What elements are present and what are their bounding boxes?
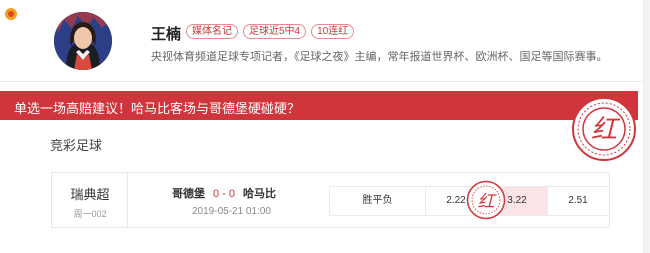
article-card: 王楠 媒体名记 足球近5中4 10连红 央视体育频道足球专项记者，《足球之夜》主… bbox=[0, 0, 644, 253]
bet-type: 胜平负 bbox=[329, 187, 425, 215]
badge-streak: 10连红 bbox=[311, 24, 355, 39]
league-cell: 瑞典超 周一002 bbox=[52, 173, 128, 227]
odds-away-win[interactable]: 2.51 bbox=[547, 187, 608, 215]
match-number: 周一002 bbox=[73, 209, 107, 219]
win-stamp-icon: 红 bbox=[572, 97, 636, 161]
section-title: 竞彩足球 bbox=[50, 138, 103, 153]
divider bbox=[0, 81, 644, 82]
pick-stamp-icon: 红 bbox=[466, 180, 506, 220]
match-score: 0 - 0 bbox=[213, 188, 236, 200]
article-title-banner: 单选一场高赔建议！哈马比客场与哥德堡硬碰硬？ bbox=[0, 91, 638, 120]
author-avatar[interactable] bbox=[54, 12, 112, 70]
avatar-portrait-icon bbox=[54, 12, 112, 70]
author-name[interactable]: 王楠 bbox=[151, 23, 181, 44]
article-title: 单选一场高赔建议！哈马比客场与哥德堡硬碰硬？ bbox=[14, 101, 301, 116]
win-stamp-text: 红 bbox=[591, 115, 621, 145]
site-logo-icon bbox=[5, 8, 17, 20]
match-row: 瑞典超 周一002 哥德堡 0 - 0 哈马比 2019-05-21 01:00 胜… bbox=[51, 172, 610, 228]
badge-media: 媒体名记 bbox=[186, 24, 238, 39]
away-team[interactable]: 哈马比 bbox=[243, 185, 276, 201]
author-bio: 央视体育频道足球专项记者，《足球之夜》主编，常年报道世界杯、欧洲杯、国足等国际赛… bbox=[151, 51, 608, 63]
league-name: 瑞典超 bbox=[70, 187, 110, 202]
home-team[interactable]: 哥德堡 bbox=[172, 185, 205, 201]
badge-record: 足球近5中4 bbox=[243, 24, 307, 39]
match-time: 2019-05-21 01:00 bbox=[192, 206, 271, 217]
author-badges: 媒体名记 足球近5中4 10连红 bbox=[186, 24, 355, 39]
